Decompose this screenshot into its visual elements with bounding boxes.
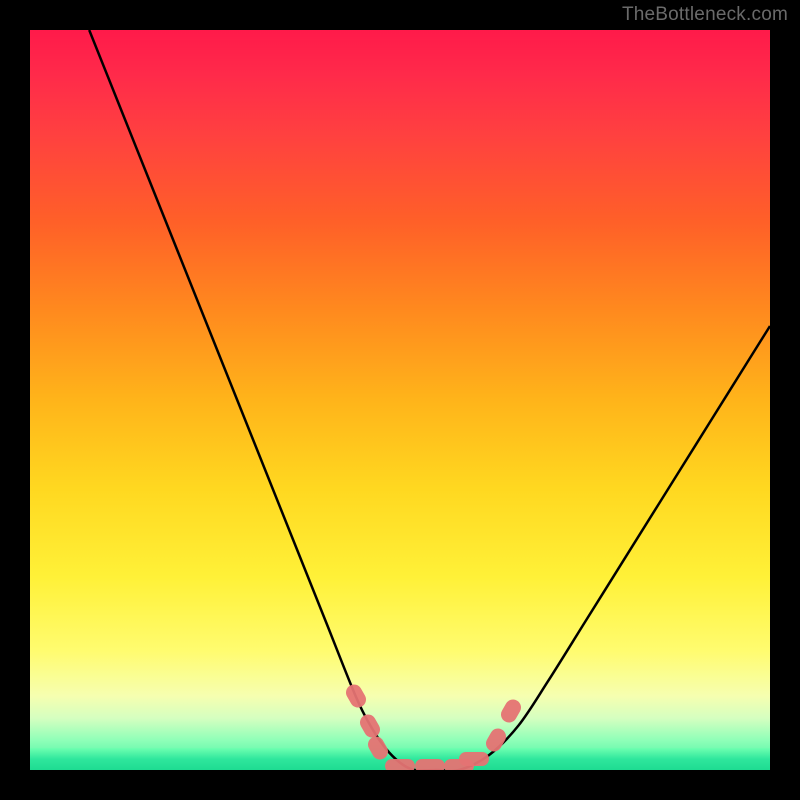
curve-marker (415, 759, 445, 770)
watermark-text: TheBottleneck.com (622, 4, 788, 26)
curve-marker (385, 759, 415, 770)
curve-marker (459, 752, 489, 766)
chart-frame: TheBottleneck.com (0, 0, 800, 800)
bottleneck-curve (30, 30, 770, 770)
plot-area (30, 30, 770, 770)
